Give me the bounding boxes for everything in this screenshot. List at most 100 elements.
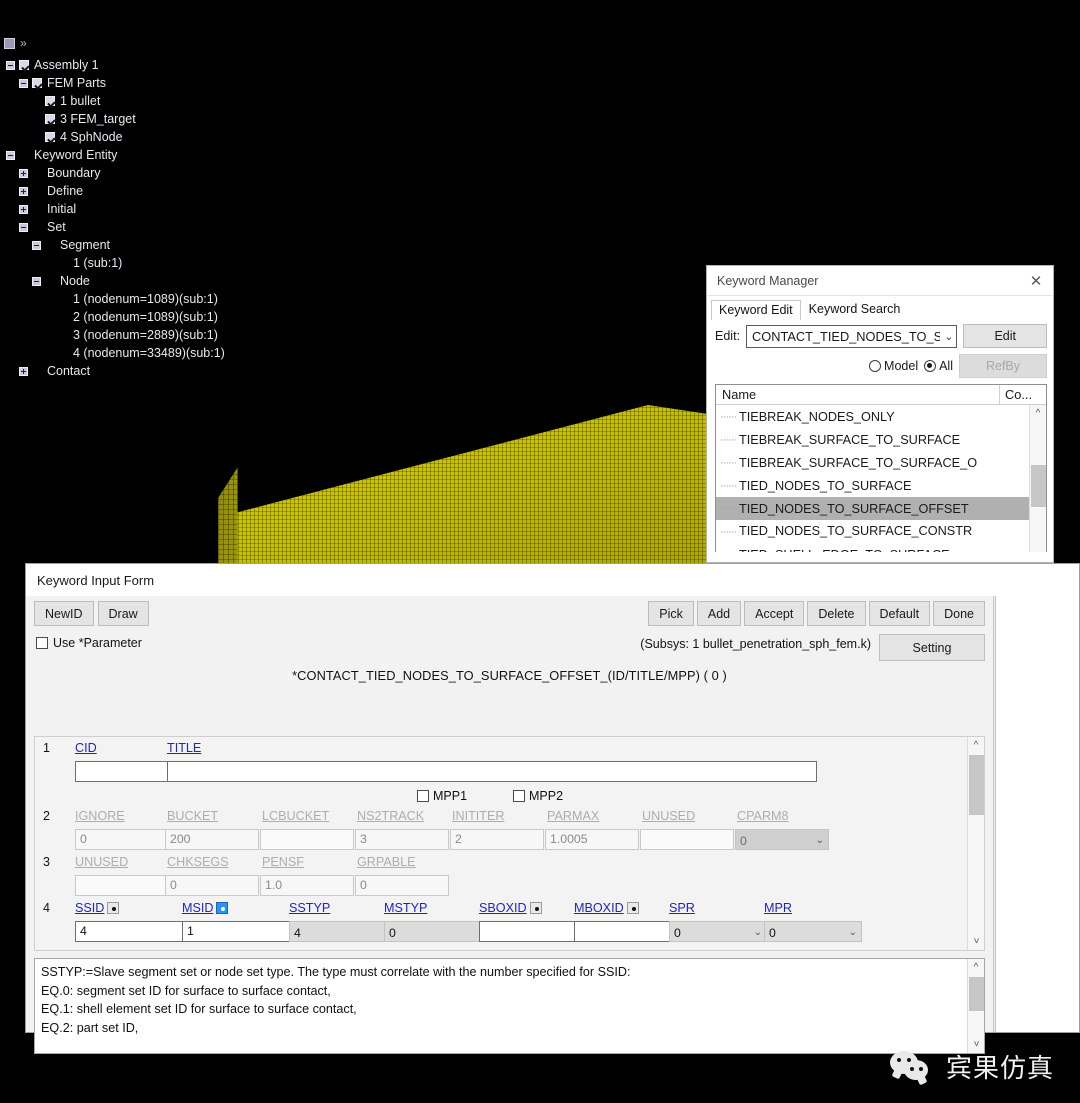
field-label-mstyp[interactable]: MSTYP bbox=[384, 901, 427, 915]
collapse-icon[interactable] bbox=[32, 276, 41, 286]
accept-button[interactable]: Accept bbox=[744, 601, 805, 626]
collapse-icon[interactable] bbox=[6, 150, 15, 160]
close-icon[interactable]: ✕ bbox=[1019, 266, 1053, 296]
fields-scroll-up-icon[interactable]: ^ bbox=[968, 737, 984, 754]
tree-item[interactable]: Set bbox=[0, 218, 300, 236]
scroll-up-icon[interactable]: ^ bbox=[1030, 405, 1046, 422]
fields-scroll-thumb[interactable] bbox=[969, 755, 984, 815]
newid-button[interactable]: NewID bbox=[34, 601, 94, 626]
use-parameter-box[interactable] bbox=[36, 637, 48, 649]
keyword-list-item[interactable]: ······ TIEBREAK_NODES_ONLY bbox=[716, 405, 1046, 428]
pick-toggle-icon-mboxid[interactable] bbox=[626, 902, 639, 914]
keyword-input-form-window[interactable]: Keyword Input Form NewID Draw Pick Add A… bbox=[25, 563, 1080, 1054]
help-scrollbar[interactable]: ^ ˅ bbox=[967, 959, 984, 1053]
tree-item[interactable]: FEM Parts bbox=[0, 74, 300, 92]
keyword-list-rows[interactable]: ······ TIEBREAK_NODES_ONLY ······ TIEBREAK_… bbox=[716, 405, 1046, 552]
keyword-list-item[interactable]: ······ TIEBREAK_SURFACE_TO_SURFACE bbox=[716, 428, 1046, 451]
field-input-grpable[interactable]: 0 bbox=[355, 875, 449, 896]
expand-icon[interactable] bbox=[19, 168, 28, 178]
keyword-list-item[interactable]: ······ TIEBREAK_SURFACE_TO_SURFACE_O bbox=[716, 451, 1046, 474]
field-input-spr[interactable]: 0 ⌄ bbox=[669, 921, 767, 942]
radio-all[interactable]: All bbox=[924, 359, 953, 373]
field-input-msid[interactable]: 1 bbox=[182, 921, 290, 942]
tree-item[interactable]: Node bbox=[0, 272, 300, 290]
tree-item[interactable]: 1 (nodenum=1089)(sub:1) bbox=[0, 290, 300, 308]
edit-button[interactable]: Edit bbox=[963, 324, 1047, 348]
expand-icon[interactable] bbox=[19, 366, 28, 376]
checkbox-box-mpp1[interactable] bbox=[417, 790, 429, 802]
field-label-sboxid[interactable]: SBOXID bbox=[479, 901, 542, 915]
keyword-list-item[interactable]: ······ TIED_NODES_TO_SURFACE_CONSTR bbox=[716, 520, 1046, 543]
form-fields-area[interactable]: 1 CID TITLE MPP1 MPP2 2 IGNORE BUCKET LCBUCKET NS… bbox=[34, 736, 985, 951]
keyword-manager-tabs[interactable]: Keyword Edit Keyword Search bbox=[707, 296, 1053, 320]
chevron-down-icon[interactable]: ⌄ bbox=[754, 927, 762, 938]
keyword-manager-window[interactable]: Keyword Manager ✕ Keyword Edit Keyword S… bbox=[706, 265, 1054, 563]
field-input-unused[interactable] bbox=[75, 875, 169, 896]
tab-keyword-edit[interactable]: Keyword Edit bbox=[711, 300, 801, 320]
add-button[interactable]: Add bbox=[696, 601, 742, 626]
form-fields-inner[interactable]: 1 CID TITLE MPP1 MPP2 2 IGNORE BUCKET LCBUCKET NS… bbox=[35, 737, 967, 950]
draw-button[interactable]: Draw bbox=[97, 601, 149, 626]
tree-item[interactable]: Contact bbox=[0, 362, 300, 380]
field-input-pensf[interactable]: 1.0 bbox=[260, 875, 354, 896]
radio-all-dot[interactable] bbox=[924, 360, 937, 372]
checkbox-box-mpp2[interactable] bbox=[513, 790, 525, 802]
field-input-parmax[interactable]: 1.0005 bbox=[545, 829, 639, 850]
tree-item[interactable]: Assembly 1 bbox=[0, 56, 300, 74]
tree-item[interactable]: 4 (nodenum=33489)(sub:1) bbox=[0, 344, 300, 362]
field-label-sstyp[interactable]: SSTYP bbox=[289, 901, 330, 915]
chevron-down-icon[interactable]: ⌄ bbox=[940, 330, 953, 343]
field-input-ssid[interactable]: 4 bbox=[75, 921, 183, 942]
tree-item[interactable]: 2 (nodenum=1089)(sub:1) bbox=[0, 308, 300, 326]
keyword-list-item[interactable]: ······ TIED_NODES_TO_SURFACE_OFFSET bbox=[716, 497, 1046, 521]
scroll-thumb[interactable] bbox=[1031, 465, 1046, 508]
tab-keyword-search[interactable]: Keyword Search bbox=[801, 299, 909, 319]
tree-item[interactable]: Boundary bbox=[0, 164, 300, 182]
field-label-title[interactable]: TITLE bbox=[167, 741, 201, 755]
help-scroll-up-icon[interactable]: ^ bbox=[968, 959, 984, 976]
pick-button[interactable]: Pick bbox=[648, 601, 694, 626]
field-label-mboxid[interactable]: MBOXID bbox=[574, 901, 639, 915]
setting-button[interactable]: Setting bbox=[879, 634, 985, 661]
keyword-list-item[interactable]: ······ TIED_NODES_TO_SURFACE bbox=[716, 474, 1046, 497]
field-input-lcbucket[interactable] bbox=[260, 829, 354, 850]
keyword-list-item[interactable]: ······TIED_SHELL_EDGE_TO_SURFACE bbox=[716, 543, 1046, 552]
tree-item[interactable]: 3 (nodenum=2889)(sub:1) bbox=[0, 326, 300, 344]
field-input-bucket[interactable]: 200 bbox=[165, 829, 259, 850]
tree-checkbox[interactable] bbox=[45, 132, 55, 142]
tree-item[interactable]: 1 (sub:1) bbox=[0, 254, 300, 272]
tree-item[interactable]: 3 FEM_target bbox=[0, 110, 300, 128]
help-scroll-thumb[interactable] bbox=[969, 977, 984, 1011]
model-tree[interactable]: » Assembly 1 FEM Parts 1 bullet 3 FEM_targe… bbox=[0, 34, 300, 380]
tree-item[interactable]: 4 SphNode bbox=[0, 128, 300, 146]
tree-item[interactable]: 1 bullet bbox=[0, 92, 300, 110]
pick-toggle-icon-ssid[interactable] bbox=[107, 902, 120, 914]
collapse-icon[interactable] bbox=[19, 222, 28, 232]
default-button[interactable]: Default bbox=[868, 601, 931, 626]
expand-icon[interactable] bbox=[19, 204, 28, 214]
keyword-select[interactable]: CONTACT_TIED_NODES_TO_SU ⌄ bbox=[746, 324, 958, 348]
chevron-down-icon[interactable]: ⌄ bbox=[816, 835, 824, 846]
chevron-down-icon[interactable]: ⌄ bbox=[849, 927, 857, 938]
field-input-ignore[interactable]: 0 bbox=[75, 829, 169, 850]
field-label-mpr[interactable]: MPR bbox=[764, 901, 792, 915]
keyword-list-scrollbar[interactable]: ^ bbox=[1029, 405, 1046, 552]
field-input-mpr[interactable]: 0 ⌄ bbox=[764, 921, 862, 942]
fields-scroll-down-icon[interactable]: ˅ bbox=[968, 933, 984, 950]
field-input-inititer[interactable]: 2 bbox=[450, 829, 544, 850]
checkbox-mpp1[interactable]: MPP1 bbox=[417, 789, 467, 803]
collapse-icon[interactable] bbox=[19, 78, 28, 88]
collapse-icon[interactable] bbox=[32, 240, 41, 250]
square-icon[interactable] bbox=[4, 37, 15, 49]
field-input-mboxid[interactable] bbox=[574, 921, 672, 942]
tree-item[interactable]: Define bbox=[0, 182, 300, 200]
pick-toggle-icon-sboxid[interactable] bbox=[529, 902, 542, 914]
tree-toolbar[interactable]: » bbox=[0, 34, 300, 56]
field-input-ns2track[interactable]: 3 bbox=[355, 829, 449, 850]
field-label-cid[interactable]: CID bbox=[75, 741, 97, 755]
help-text-panel[interactable]: SSTYP:=Slave segment set or node set typ… bbox=[34, 958, 985, 1054]
keyword-list[interactable]: Name Co... ······ TIEBREAK_NODES_ONLY ····… bbox=[715, 384, 1047, 552]
radio-model-dot[interactable] bbox=[869, 360, 882, 372]
radio-model[interactable]: Model bbox=[869, 359, 918, 373]
field-input-mstyp[interactable]: 0⌄ bbox=[384, 921, 492, 942]
